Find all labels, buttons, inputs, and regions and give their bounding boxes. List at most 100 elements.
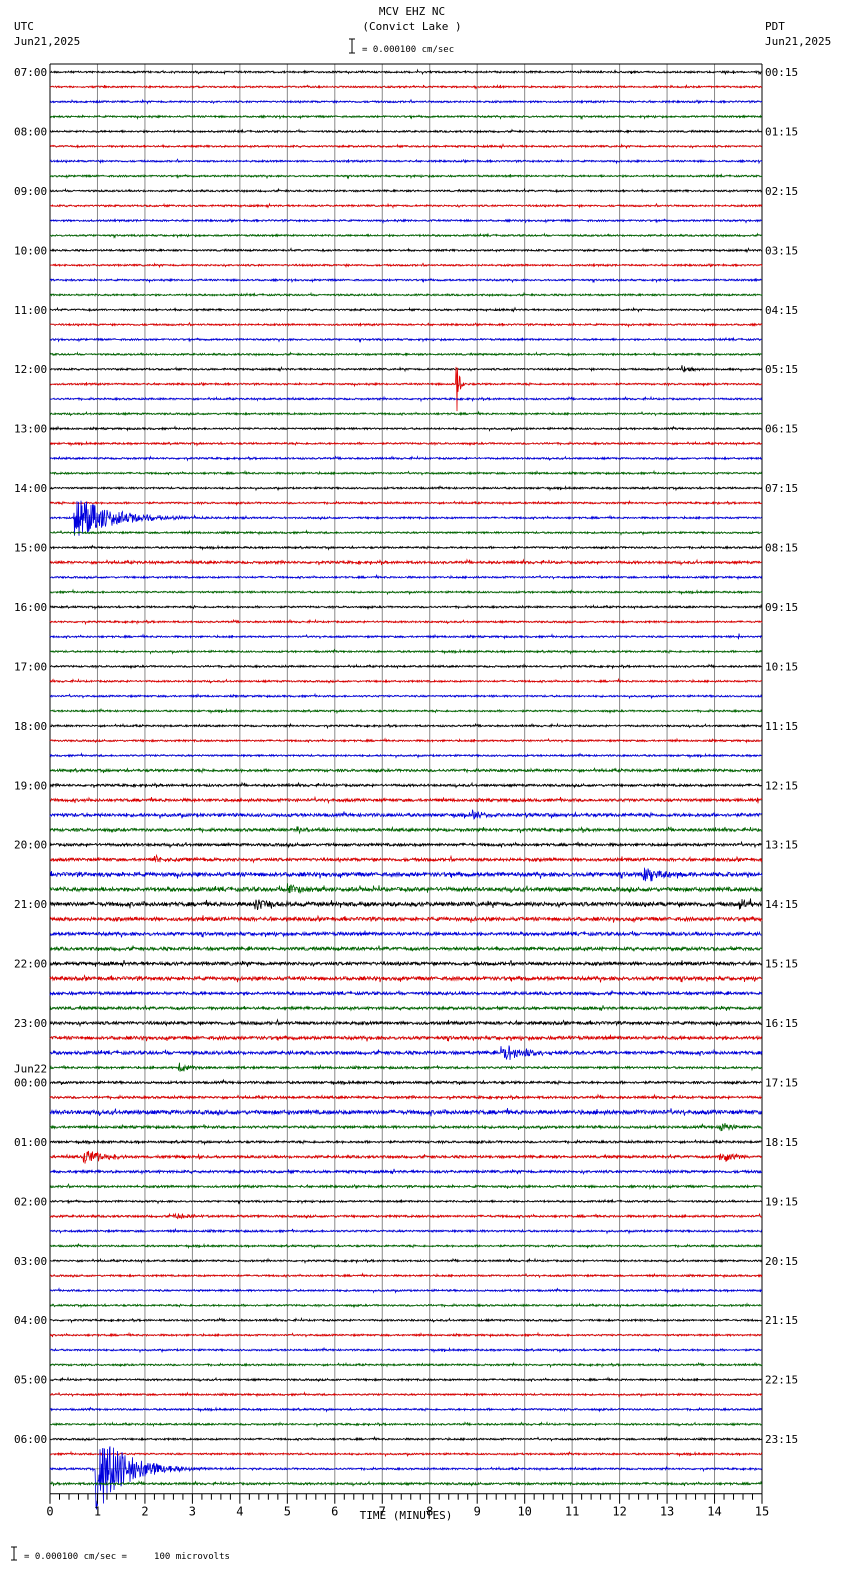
seismic-trace	[49, 187, 763, 194]
utc-hour-label: 17:00	[14, 660, 47, 673]
x-axis-label: TIME (MINUTES)	[360, 1509, 453, 1522]
x-tick-label: 0	[46, 1505, 53, 1519]
seismic-trace	[49, 291, 763, 298]
seismic-trace	[49, 945, 763, 953]
seismic-trace	[49, 83, 763, 90]
seismic-trace	[49, 1272, 763, 1279]
seismic-trace	[49, 425, 763, 432]
seismic-trace	[49, 1045, 763, 1061]
seismic-trace	[49, 752, 763, 759]
pdt-hour-label: 07:15	[765, 482, 798, 495]
seismic-trace	[49, 321, 763, 328]
utc-hour-label: 20:00	[14, 839, 47, 852]
seismogram-chart: MCV EHZ NC (Convict Lake ) UTC Jun21,202…	[11, 5, 831, 1562]
utc-hour-label: 22:00	[14, 958, 47, 971]
seismic-trace	[49, 737, 763, 744]
seismic-trace	[49, 1376, 763, 1383]
utc-hour-label: 23:00	[14, 1017, 47, 1030]
date-change-label: Jun22	[14, 1062, 47, 1075]
seismic-trace	[49, 98, 763, 105]
seismic-trace	[50, 959, 763, 967]
seismic-trace	[49, 306, 763, 313]
pdt-hour-label: 01:15	[765, 125, 798, 138]
seismic-trace	[49, 781, 763, 789]
pdt-hour-label: 11:15	[765, 720, 798, 733]
seismic-trace	[49, 867, 763, 882]
seismic-trace	[49, 1018, 763, 1028]
seismic-trace	[49, 143, 762, 150]
utc-hour-label: 05:00	[14, 1374, 47, 1387]
pdt-hour-label: 15:15	[765, 958, 798, 971]
x-tick-label: 10	[517, 1505, 531, 1519]
utc-hour-label: 11:00	[14, 304, 47, 317]
x-tick-label: 13	[660, 1505, 674, 1519]
utc-hour-label: 06:00	[14, 1433, 47, 1446]
x-tick-label: 11	[565, 1505, 579, 1519]
pdt-hour-label: 10:15	[765, 660, 798, 673]
seismic-trace	[49, 883, 763, 894]
seismic-trace	[49, 722, 763, 730]
seismic-trace	[49, 262, 763, 269]
utc-hour-label: 18:00	[14, 720, 47, 733]
right-timezone: PDT	[765, 20, 785, 33]
seismic-trace	[49, 795, 763, 805]
seismic-trace	[49, 1287, 763, 1294]
x-tick-label: 9	[474, 1505, 481, 1519]
pdt-hour-label: 13:15	[765, 839, 798, 852]
seismic-trace	[49, 588, 763, 596]
seismic-trace	[49, 1480, 763, 1487]
pdt-hour-label: 14:15	[765, 898, 798, 911]
utc-hour-label: 08:00	[14, 125, 47, 138]
utc-hour-label: 21:00	[14, 898, 47, 911]
utc-hour-label: 10:00	[14, 244, 47, 257]
x-tick-label: 15	[755, 1505, 769, 1519]
footer-scale-text: = 0.000100 cm/sec = 100 microvolts	[24, 1552, 230, 1562]
utc-hour-label: 02:00	[14, 1195, 47, 1208]
scale-bar-icon	[349, 38, 355, 54]
seismic-trace	[50, 202, 763, 209]
x-tick-label: 12	[612, 1505, 626, 1519]
pdt-hour-label: 04:15	[765, 304, 798, 317]
scale-label: = 0.000100 cm/sec	[362, 45, 454, 55]
utc-hour-label: 13:00	[14, 423, 47, 436]
seismic-trace	[49, 1421, 763, 1428]
x-tick-label: 1	[94, 1505, 101, 1519]
seismic-trace	[49, 853, 763, 864]
seismic-trace	[49, 974, 763, 983]
seismic-trace	[49, 114, 763, 121]
seismic-trace	[49, 990, 763, 997]
x-tick-label: 5	[284, 1505, 291, 1519]
seismic-trace	[49, 1446, 763, 1510]
seismic-trace	[49, 1150, 763, 1164]
pdt-hour-label: 16:15	[765, 1017, 798, 1030]
seismic-trace	[49, 1331, 762, 1339]
pdt-hour-label: 09:15	[765, 601, 798, 614]
x-tick-label: 2	[141, 1505, 148, 1519]
pdt-hour-label: 03:15	[765, 244, 798, 257]
pdt-hour-label: 18:15	[765, 1136, 798, 1149]
seismic-trace	[49, 1138, 763, 1146]
seismic-trace	[49, 500, 763, 536]
utc-hour-label: 07:00	[14, 66, 47, 79]
pdt-hour-label: 17:15	[765, 1076, 798, 1089]
utc-hour-label: 16:00	[14, 601, 47, 614]
utc-hour-label: 01:00	[14, 1136, 47, 1149]
pdt-hour-label: 08:15	[765, 542, 798, 555]
pdt-hour-label: 20:15	[765, 1255, 798, 1268]
x-tick-label: 14	[707, 1505, 721, 1519]
footer-scale-icon	[11, 1546, 17, 1561]
utc-hour-label: 03:00	[14, 1255, 47, 1268]
seismic-trace	[49, 366, 763, 412]
utc-hour-label: 15:00	[14, 542, 47, 555]
traces	[49, 68, 763, 1510]
left-timezone: UTC	[14, 20, 34, 33]
pdt-hour-label: 19:15	[765, 1195, 798, 1208]
seismic-trace	[49, 1062, 763, 1072]
x-tick-label: 4	[236, 1505, 243, 1519]
utc-hour-label: 12:00	[14, 363, 47, 376]
pdt-hour-label: 02:15	[765, 185, 798, 198]
utc-hour-label: 09:00	[14, 185, 47, 198]
seismic-trace	[49, 544, 763, 551]
x-tick-label: 3	[189, 1505, 196, 1519]
seismic-trace	[49, 809, 763, 820]
